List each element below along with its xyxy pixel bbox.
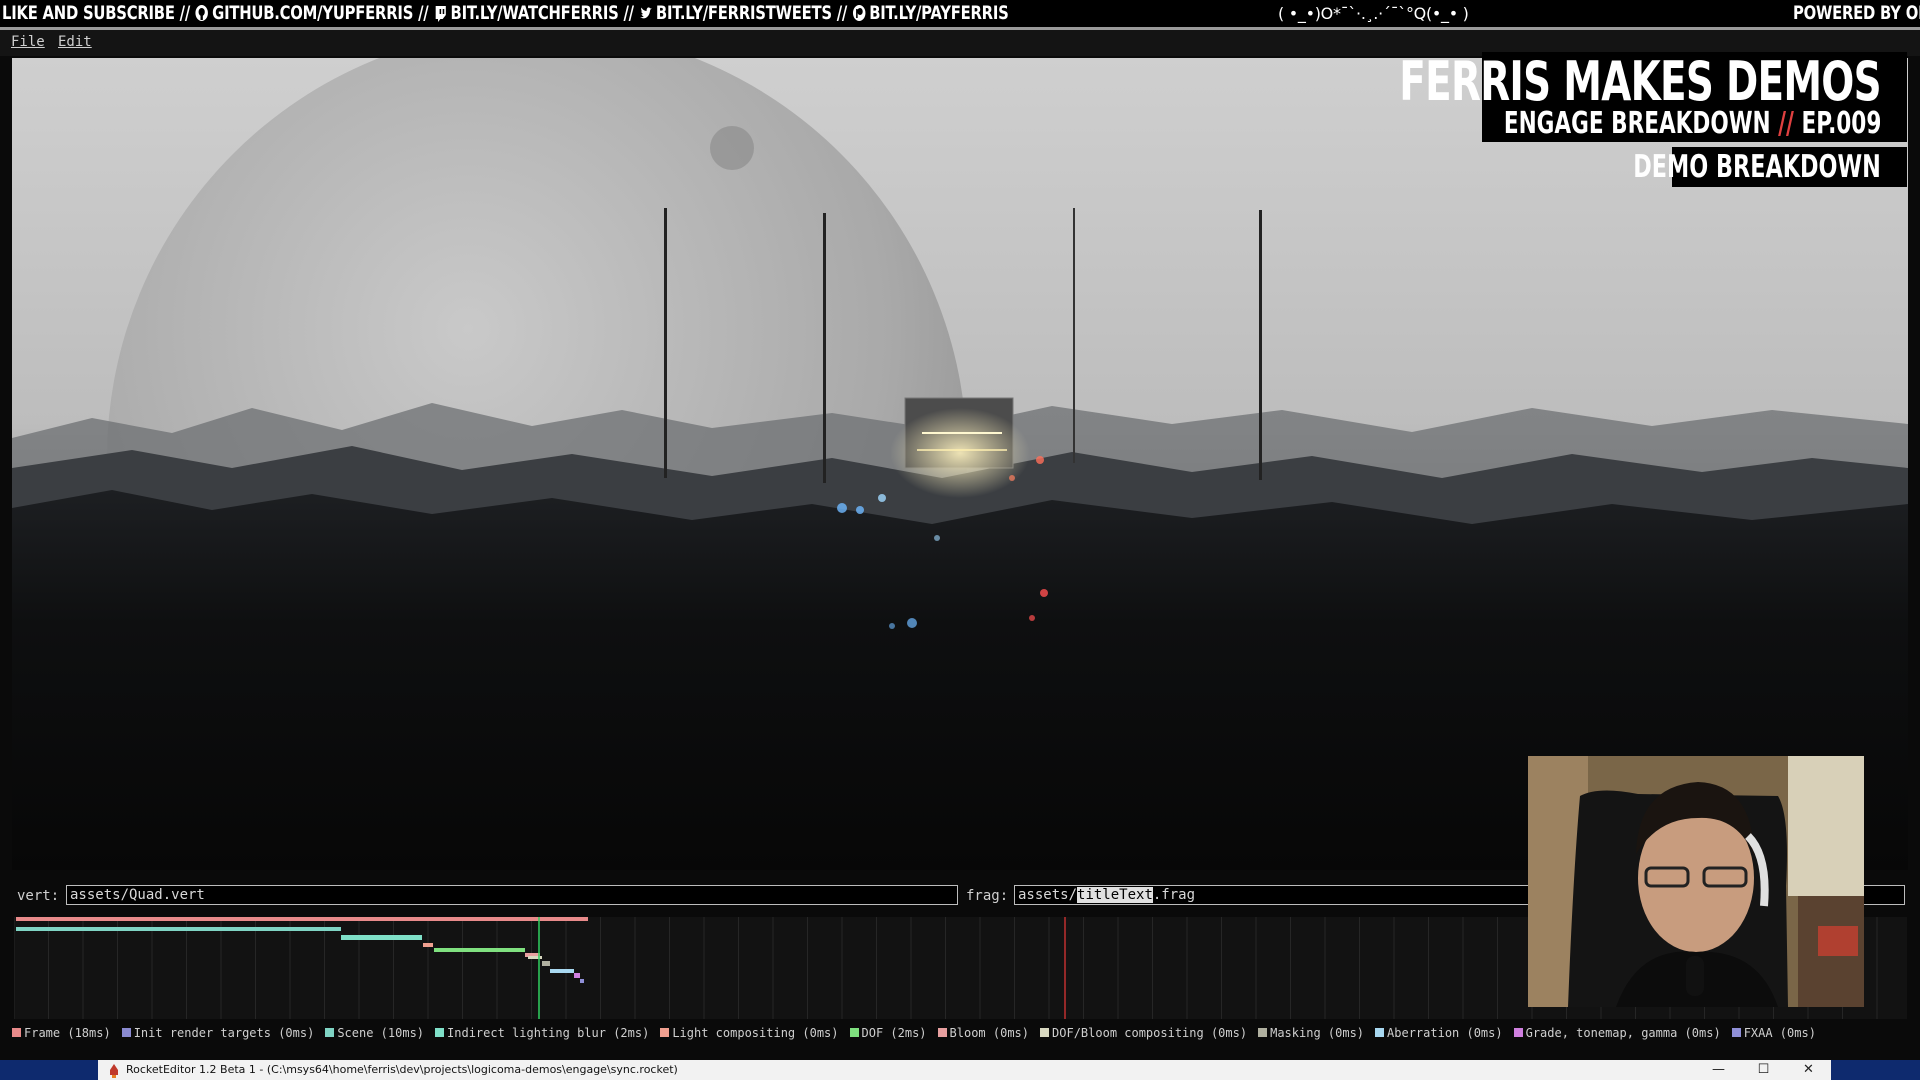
stream-title-overlay: FERRIS MAKES DEMOS ENGAGE BREAKDOWN // E… bbox=[1399, 50, 1907, 142]
frag-path-selection: titleText bbox=[1077, 887, 1153, 903]
legend-swatch bbox=[325, 1028, 335, 1037]
legend-label: Bloom (0ms) bbox=[949, 1026, 1030, 1040]
legend-swatch bbox=[1375, 1028, 1385, 1037]
legend-item: DOF (2ms) bbox=[849, 1026, 927, 1040]
profiler-bar bbox=[16, 927, 341, 931]
legend-item: Light compositing (0ms) bbox=[660, 1026, 839, 1040]
legend-swatch bbox=[1258, 1028, 1268, 1037]
demo-render-viewport[interactable] bbox=[12, 58, 1908, 870]
legend-label: Scene (10ms) bbox=[337, 1026, 425, 1040]
frag-label: frag: bbox=[966, 888, 1009, 904]
legend-swatch bbox=[1040, 1028, 1050, 1037]
profiler-bar bbox=[542, 961, 550, 966]
profiler-bar bbox=[423, 943, 433, 947]
legend-swatch bbox=[435, 1028, 445, 1037]
profiler-bar bbox=[341, 935, 422, 940]
powered-by-obs: POWERED BY OBS bbox=[1793, 2, 1920, 24]
legend-item: Bloom (0ms) bbox=[937, 1026, 1030, 1040]
profiler-bar bbox=[528, 956, 542, 959]
like-subscribe-text: LIKE AND SUBSCRIBE bbox=[2, 2, 175, 24]
episode-separator: // bbox=[1777, 106, 1794, 141]
legend-swatch bbox=[937, 1028, 947, 1037]
legend-swatch bbox=[12, 1028, 21, 1037]
episode-name: ENGAGE BREAKDOWN bbox=[1503, 106, 1771, 141]
legend-item: Aberration (0ms) bbox=[1375, 1026, 1503, 1040]
vert-path-value: assets/Quad.vert bbox=[70, 887, 205, 903]
github-link: GITHUB.COM/YUPFERRIS bbox=[212, 2, 414, 24]
legend-label: Masking (0ms) bbox=[1270, 1026, 1365, 1040]
vert-path-input[interactable]: assets/Quad.vert bbox=[66, 885, 958, 905]
legend-swatch bbox=[121, 1028, 131, 1037]
profiler-bar bbox=[16, 917, 588, 921]
vert-label: vert: bbox=[17, 888, 60, 904]
legend-item: Frame (18ms) bbox=[12, 1026, 111, 1040]
menu-edit[interactable]: Edit bbox=[58, 34, 92, 50]
episode-subtitle: ENGAGE BREAKDOWN // EP.009 bbox=[1503, 106, 1881, 141]
legend-label: Grade, tonemap, gamma (0ms) bbox=[1525, 1026, 1721, 1040]
legend-item: DOF/Bloom compositing (0ms) bbox=[1040, 1026, 1247, 1040]
minimize-button[interactable]: — bbox=[1696, 1060, 1741, 1080]
menu-file-label: File bbox=[11, 34, 45, 50]
show-title: FERRIS MAKES DEMOS bbox=[1399, 50, 1881, 113]
legend-label: FXAA (0ms) bbox=[1743, 1026, 1816, 1040]
legend-item: Scene (10ms) bbox=[325, 1026, 424, 1040]
legend-swatch bbox=[849, 1028, 859, 1037]
patreon-link: BIT.LY/PAYFERRIS bbox=[869, 2, 1009, 24]
profiler-legend: Frame (18ms) Init render targets (0ms) Sce… bbox=[12, 1026, 1827, 1042]
legend-item: Masking (0ms) bbox=[1258, 1026, 1364, 1040]
legend-label: Aberration (0ms) bbox=[1387, 1026, 1503, 1040]
profiler-bar bbox=[574, 973, 580, 978]
legend-label: Frame (18ms) bbox=[24, 1026, 111, 1040]
window-title: RocketEditor 1.2 Beta 1 - (C:\msys64\hom… bbox=[126, 1063, 678, 1076]
legend-swatch bbox=[1731, 1028, 1741, 1037]
legend-swatch bbox=[1513, 1028, 1523, 1037]
ticker-links: LIKE AND SUBSCRIBE // GITHUB.COM/YUPFERR… bbox=[2, 0, 1009, 27]
ticker-kaomoji: ( •_•)O*¯`·.¸.·´¯`°Q(•_• ) bbox=[1278, 4, 1469, 23]
menu-file[interactable]: File bbox=[11, 34, 45, 50]
ticker-separator: // bbox=[179, 2, 191, 24]
legend-swatch bbox=[660, 1028, 670, 1037]
profiler-bar bbox=[550, 969, 574, 973]
profiler-bar bbox=[580, 979, 584, 983]
ticker-separator: // bbox=[836, 2, 848, 24]
close-button[interactable]: ✕ bbox=[1786, 1060, 1831, 1080]
twitter-icon bbox=[639, 3, 653, 30]
legend-item: Grade, tonemap, gamma (0ms) bbox=[1513, 1026, 1721, 1040]
taskbar-window-titlebar[interactable]: RocketEditor 1.2 Beta 1 - (C:\msys64\hom… bbox=[98, 1060, 1831, 1080]
maximize-button[interactable]: ☐ bbox=[1741, 1060, 1786, 1080]
stream-ticker-bar: LIKE AND SUBSCRIBE // GITHUB.COM/YUPFERR… bbox=[0, 0, 1920, 27]
legend-label: Init render targets (0ms) bbox=[133, 1026, 315, 1040]
menu-edit-label: Edit bbox=[58, 34, 92, 50]
episode-number: EP.009 bbox=[1801, 106, 1881, 141]
legend-label: Indirect lighting blur (2ms) bbox=[447, 1026, 650, 1040]
ticker-separator: // bbox=[418, 2, 429, 24]
box-glow bbox=[890, 408, 1030, 498]
frag-path-suffix: .frag bbox=[1152, 887, 1196, 903]
legend-item: Init render targets (0ms) bbox=[121, 1026, 315, 1040]
demo-breakdown-badge: DEMO BREAKDOWN bbox=[1633, 147, 1907, 187]
patreon-icon bbox=[852, 3, 866, 30]
legend-label: DOF (2ms) bbox=[861, 1026, 927, 1040]
twitter-link: BIT.LY/FERRISTWEETS bbox=[655, 2, 832, 24]
badge-text: DEMO BREAKDOWN bbox=[1633, 149, 1881, 185]
ticker-separator: // bbox=[623, 2, 634, 24]
microphone bbox=[1686, 956, 1704, 996]
twitch-icon bbox=[433, 3, 447, 30]
frag-path-prefix: assets/ bbox=[1018, 887, 1078, 903]
rocket-app-icon bbox=[108, 1063, 120, 1080]
legend-item: FXAA (0ms) bbox=[1731, 1026, 1816, 1040]
profiler-bar bbox=[434, 948, 525, 952]
twitch-link: BIT.LY/WATCHFERRIS bbox=[450, 2, 619, 24]
legend-label: DOF/Bloom compositing (0ms) bbox=[1052, 1026, 1248, 1040]
github-icon bbox=[195, 3, 209, 30]
legend-item: Indirect lighting blur (2ms) bbox=[435, 1026, 649, 1040]
moon bbox=[710, 126, 754, 170]
webcam-feed bbox=[1528, 756, 1864, 1007]
legend-label: Light compositing (0ms) bbox=[672, 1026, 839, 1040]
